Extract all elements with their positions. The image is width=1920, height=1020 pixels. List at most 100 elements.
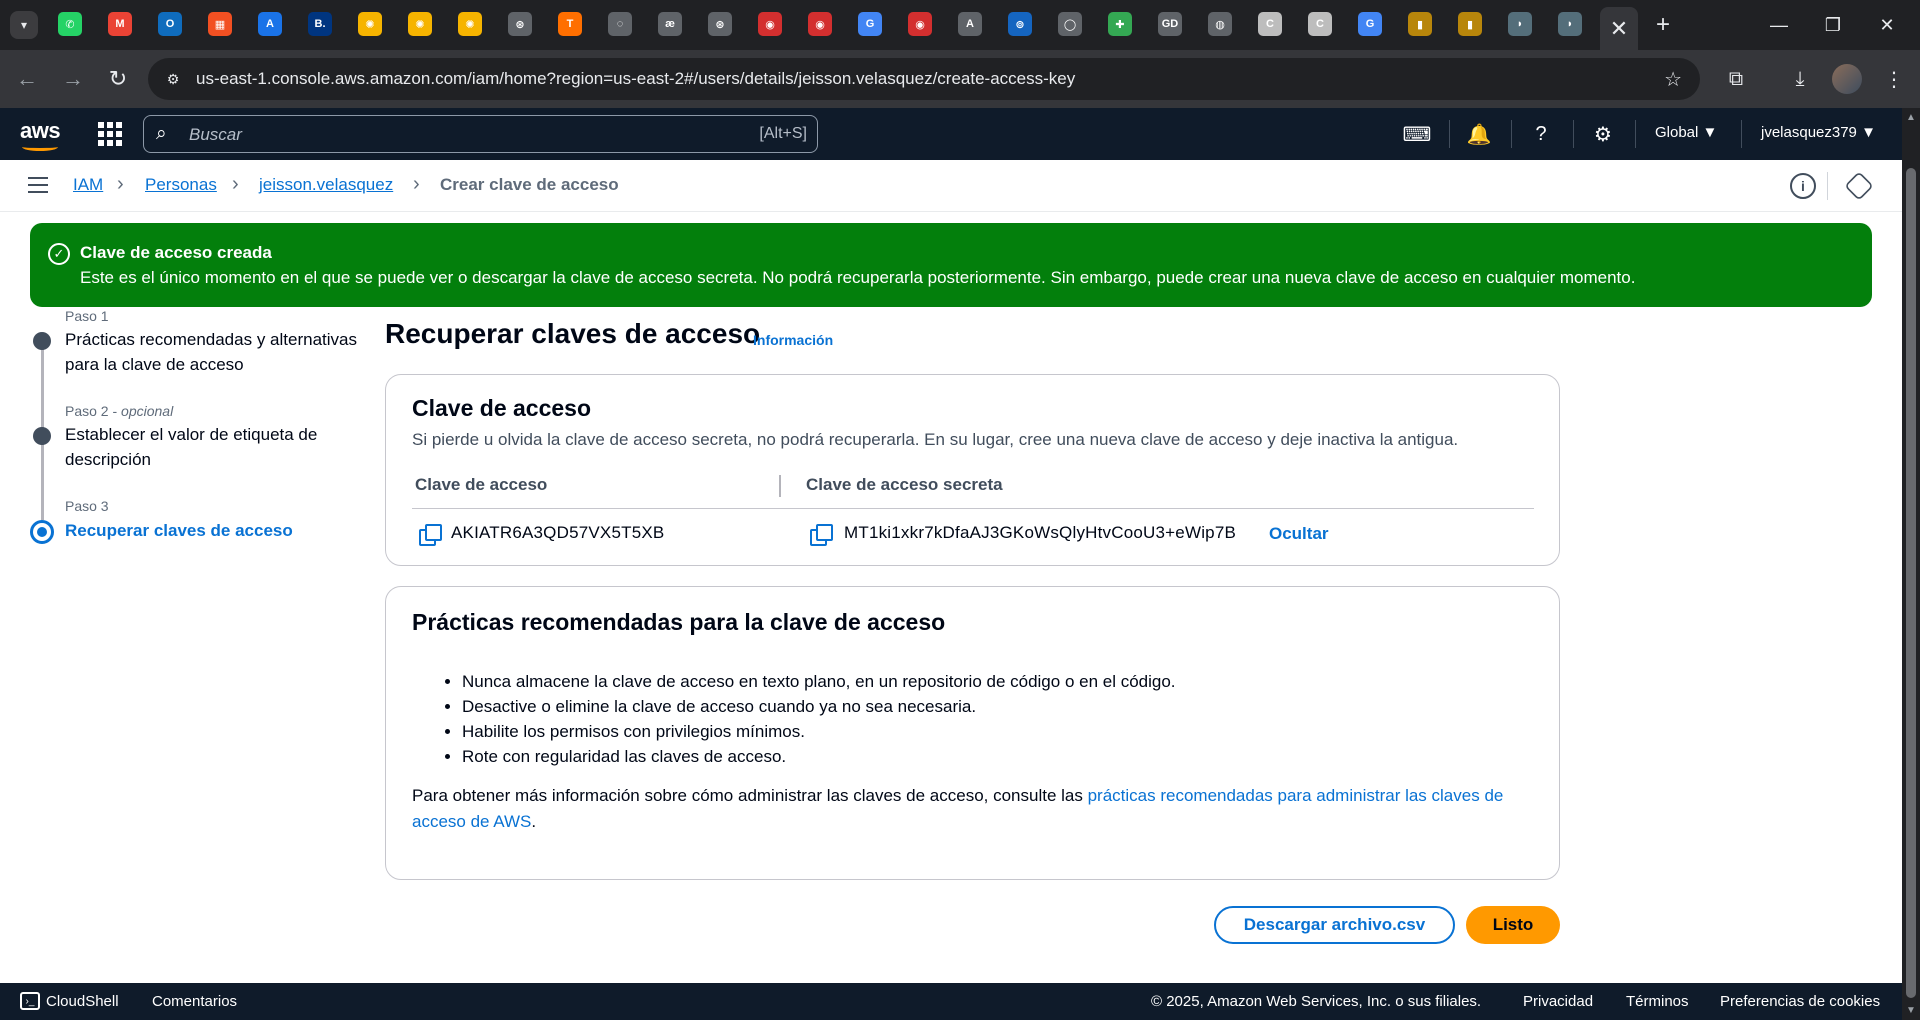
restore-icon[interactable]: ❐ xyxy=(1810,8,1856,42)
terms-link[interactable]: Términos xyxy=(1626,993,1689,1010)
scroll-down-icon[interactable]: ▼ xyxy=(1906,1005,1916,1016)
microsoft-tab-icon[interactable]: ▦ xyxy=(208,12,232,36)
new-tab-button[interactable]: + xyxy=(1650,11,1676,38)
red-app-tab-icon-1[interactable]: ◉ xyxy=(758,12,782,36)
book-tab-icon-1[interactable]: ▮ xyxy=(1408,12,1432,36)
page-scrollbar[interactable]: ▲ ▼ xyxy=(1902,108,1920,1020)
back-icon[interactable]: ← xyxy=(12,64,42,94)
step-3-label: Paso 3 xyxy=(65,498,109,514)
google-tab-icon-2[interactable]: G xyxy=(1358,12,1382,36)
access-key-card-description: Si pierde u olvida la clave de acceso se… xyxy=(412,430,1459,449)
address-bar[interactable]: ⚙ us-east-1.console.aws.amazon.com/iam/h… xyxy=(148,58,1700,100)
reload-icon[interactable]: ↻ xyxy=(103,64,133,94)
region-selector[interactable]: Global ▼ xyxy=(1655,124,1717,141)
access-key-value: AKIATR6A3QD57VX5T5XB xyxy=(451,523,665,542)
gmail-tab-icon[interactable]: M xyxy=(108,12,132,36)
site-info-icon[interactable]: ⚙ xyxy=(162,68,184,90)
download-csv-button[interactable]: Descargar archivo.csv xyxy=(1214,906,1455,944)
openai-tab-icon-2[interactable]: ⊛ xyxy=(708,12,732,36)
amazon-q-icon[interactable] xyxy=(1844,171,1874,201)
breadcrumb-iam[interactable]: IAM xyxy=(73,175,103,195)
book-tab-icon-2[interactable]: ▮ xyxy=(1458,12,1482,36)
services-grid-icon[interactable] xyxy=(98,122,122,146)
access-key-column-header: Clave de acceso xyxy=(415,475,548,494)
list-item: Rote con regularidad las claves de acces… xyxy=(462,744,1176,769)
done-button[interactable]: Listo xyxy=(1466,906,1560,944)
scroll-thumb[interactable] xyxy=(1906,168,1916,998)
notifications-icon[interactable]: 🔔 xyxy=(1466,121,1492,147)
red-app-tab-icon-3[interactable]: ◉ xyxy=(908,12,932,36)
booking-tab-icon[interactable]: B. xyxy=(308,12,332,36)
window-close-icon[interactable]: ✕ xyxy=(1864,8,1910,42)
download-icon[interactable]: ⤓ xyxy=(1786,65,1814,93)
ae-tab-icon[interactable]: æ xyxy=(658,12,682,36)
copyright-text: © 2025, Amazon Web Services, Inc. o sus … xyxy=(1151,993,1482,1010)
step-3-name: Recuperar claves de acceso xyxy=(65,521,293,540)
settings-gear-icon[interactable]: ⚙ xyxy=(1590,121,1616,147)
step-1-dot-icon xyxy=(33,332,51,350)
copy-secret-key-icon[interactable] xyxy=(810,524,833,546)
browser-menu-icon[interactable]: ⋮ xyxy=(1880,65,1908,93)
cloudshell-link[interactable]: CloudShell xyxy=(46,993,119,1010)
step-2-label: Paso 2 - opcional xyxy=(65,403,174,419)
help-icon[interactable]: ? xyxy=(1528,121,1554,147)
chevron-right-icon: › xyxy=(232,173,239,195)
search-bar[interactable]: ⌕ Buscar [Alt+S] xyxy=(143,115,818,153)
tab-search-button[interactable]: ▾ xyxy=(10,11,38,39)
active-tab-close-icon[interactable]: ✕ xyxy=(1600,7,1638,50)
globe-tab-icon[interactable]: ◍ xyxy=(1208,12,1232,36)
hide-secret-link[interactable]: Ocultar xyxy=(1269,524,1329,544)
privacy-link[interactable]: Privacidad xyxy=(1523,993,1593,1010)
cookie-preferences-link[interactable]: Preferencias de cookies xyxy=(1720,993,1880,1010)
whatsapp-tab-icon[interactable]: ✆ xyxy=(58,12,82,36)
windows-tab-icon[interactable]: ✚ xyxy=(1108,12,1132,36)
app-tab-icon-2[interactable]: ◗ xyxy=(1558,12,1582,36)
c-doc-tab-icon-1[interactable]: C xyxy=(1258,12,1282,36)
scroll-up-icon[interactable]: ▲ xyxy=(1906,112,1916,123)
google-tab-icon-1[interactable]: G xyxy=(858,12,882,36)
extensions-icon[interactable]: ⧉ xyxy=(1722,65,1750,93)
best-practices-card: Prácticas recomendadas para la clave de … xyxy=(385,586,1560,880)
cloudshell-footer-icon[interactable]: ›_ xyxy=(20,992,40,1010)
access-key-card: Clave de acceso Si pierde u olvida la cl… xyxy=(385,374,1560,566)
info-link[interactable]: Información xyxy=(753,332,833,348)
step-3-active-dot-icon xyxy=(30,520,54,544)
red-app-tab-icon-2[interactable]: ◉ xyxy=(808,12,832,36)
flash-title: Clave de acceso creada xyxy=(80,243,272,262)
minimize-icon[interactable]: — xyxy=(1756,8,1802,42)
breadcrumb-user[interactable]: jeisson.velasquez xyxy=(259,175,393,195)
search-placeholder[interactable]: Buscar xyxy=(189,125,242,145)
sun-tab-icon-2[interactable]: ✺ xyxy=(408,12,432,36)
step-1-name[interactable]: Prácticas recomendadas y alternativas pa… xyxy=(65,327,365,377)
hamburger-menu-icon[interactable] xyxy=(28,175,48,195)
tensorflow-tab-icon[interactable]: T xyxy=(558,12,582,36)
aws-logo[interactable]: aws xyxy=(20,118,61,151)
outlook-tab-icon[interactable]: O xyxy=(158,12,182,36)
bookmark-star-icon[interactable]: ☆ xyxy=(1664,67,1682,92)
copy-access-key-icon[interactable] xyxy=(419,524,442,546)
info-circle-icon[interactable]: i xyxy=(1790,173,1816,199)
sun-tab-icon-1[interactable]: ✺ xyxy=(358,12,382,36)
vs-tab-icon[interactable]: ⊚ xyxy=(1008,12,1032,36)
feedback-link[interactable]: Comentarios xyxy=(152,993,237,1010)
anthropic-tab-icon[interactable]: A xyxy=(958,12,982,36)
gd-tab-icon[interactable]: GD xyxy=(1158,12,1182,36)
success-flashbar: ✓ Clave de acceso creada Este es el únic… xyxy=(30,223,1872,307)
account-menu[interactable]: jvelasquez379 ▼ xyxy=(1761,124,1876,141)
c-doc-tab-icon-2[interactable]: C xyxy=(1308,12,1332,36)
sun-tab-icon-3[interactable]: ✺ xyxy=(458,12,482,36)
loading-tab-icon[interactable]: ◌ xyxy=(608,12,632,36)
circle-tab-icon[interactable]: ◯ xyxy=(1058,12,1082,36)
best-practices-title: Prácticas recomendadas para la clave de … xyxy=(412,609,946,635)
address-url[interactable]: us-east-1.console.aws.amazon.com/iam/hom… xyxy=(196,69,1075,89)
openai-tab-icon-1[interactable]: ⊛ xyxy=(508,12,532,36)
forward-icon[interactable]: → xyxy=(58,64,88,94)
breadcrumb-personas[interactable]: Personas xyxy=(145,175,217,195)
cloudshell-icon[interactable]: ⌨ xyxy=(1403,121,1432,147)
secret-key-value: MT1ki1xkr7kDfaAJ3GKoWsQlyHtvCooU3+eWip7B xyxy=(844,523,1237,542)
translator-tab-icon[interactable]: A xyxy=(258,12,282,36)
profile-avatar[interactable] xyxy=(1832,64,1862,94)
more-info-text: Para obtener más información sobre cómo … xyxy=(412,786,1504,831)
step-2-name[interactable]: Establecer el valor de etiqueta de descr… xyxy=(65,422,365,472)
app-tab-icon-1[interactable]: ◗ xyxy=(1508,12,1532,36)
